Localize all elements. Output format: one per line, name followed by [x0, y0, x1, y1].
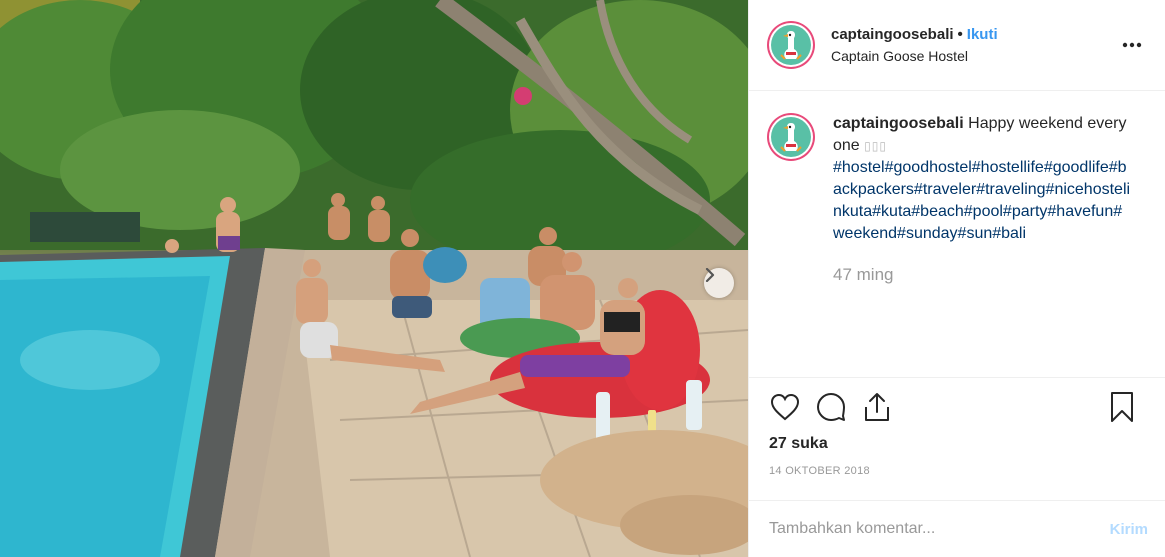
captain-goose-logo — [771, 117, 811, 157]
follow-button[interactable]: Ikuti — [967, 26, 998, 43]
caption-emoji: ▯▯▯ — [864, 139, 887, 153]
share-icon — [865, 393, 889, 421]
post-details-panel: captaingoosebali • Ikuti Captain Goose H… — [748, 0, 1165, 557]
caption-username[interactable]: captaingoosebali — [833, 115, 964, 132]
heart-icon — [770, 393, 800, 421]
like-count[interactable]: 27 suka — [749, 436, 1165, 462]
separator-dot: • — [957, 26, 963, 43]
avatar[interactable] — [767, 21, 815, 69]
next-photo-button[interactable] — [704, 268, 734, 298]
save-button[interactable] — [1106, 391, 1138, 423]
share-button[interactable] — [861, 391, 893, 423]
actions-section: 27 suka 14 OKTOBER 2018 — [749, 377, 1165, 477]
avatar-border — [769, 23, 813, 67]
comment-icon — [817, 393, 845, 421]
caption-body: captaingoosebali Happy weekend everyone … — [833, 113, 1133, 245]
caption-avatar[interactable] — [767, 113, 815, 161]
post-photo[interactable] — [0, 0, 748, 557]
post-username[interactable]: captaingoosebali — [831, 26, 954, 43]
header-text: captaingoosebali • Ikuti Captain Goose H… — [831, 26, 998, 64]
goose-logo-icon — [780, 123, 802, 152]
like-button[interactable] — [769, 391, 801, 423]
chevron-right-icon — [705, 268, 715, 282]
comment-button[interactable] — [815, 391, 847, 423]
caption-hashtags[interactable]: #hostel#goodhostel#hostellife#goodlife#b… — [833, 157, 1133, 245]
caption: captaingoosebali Happy weekend everyone … — [833, 113, 1133, 376]
comment-box: Kirim — [749, 500, 1165, 557]
location-link[interactable]: Captain Goose Hostel — [831, 48, 998, 64]
caption-age: 47 ming — [833, 265, 894, 284]
post-date: 14 OKTOBER 2018 — [769, 465, 870, 477]
action-bar — [749, 378, 1165, 436]
goose-logo-icon — [780, 31, 802, 60]
avatar-border — [769, 115, 813, 159]
more-options-icon — [1122, 42, 1142, 48]
caption-section: captaingoosebali Happy weekend everyone … — [749, 91, 1165, 376]
bookmark-icon — [1111, 392, 1133, 422]
comment-input[interactable] — [769, 520, 1110, 538]
captain-goose-logo — [771, 25, 811, 65]
pool-party-photo — [0, 0, 748, 557]
post-comment-button[interactable]: Kirim — [1110, 521, 1148, 538]
more-options-button[interactable] — [1121, 38, 1143, 52]
header-row: captaingoosebali • Ikuti — [831, 26, 998, 43]
post-header: captaingoosebali • Ikuti Captain Goose H… — [749, 0, 1165, 91]
